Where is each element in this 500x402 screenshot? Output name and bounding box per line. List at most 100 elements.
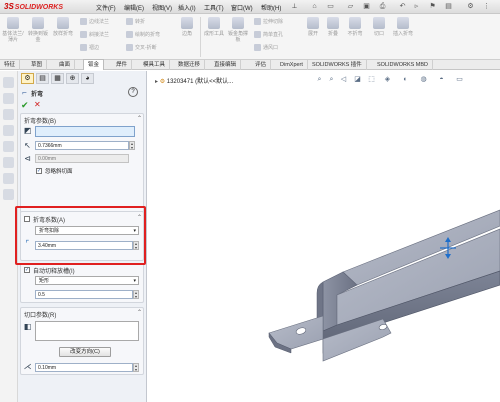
fold-button[interactable]: 折叠	[322, 15, 344, 59]
tab-solidworks-mbd[interactable]: SOLIDWORKS MBD	[373, 60, 434, 70]
relief-ratio-spinner[interactable]: ▴ ▾	[133, 290, 139, 299]
cancel-button[interactable]: ✕	[34, 100, 41, 109]
no-bends-button[interactable]: 不折弯	[344, 15, 366, 59]
fixed-face-selection[interactable]	[35, 126, 135, 137]
vent-icon	[254, 44, 261, 52]
menu-view[interactable]: 视图(V)	[152, 3, 172, 12]
menu-insert[interactable]: 插入(I)	[178, 3, 196, 12]
auto-relief-checkbox[interactable]: ✓	[24, 267, 30, 273]
jog-button[interactable]: 转折	[126, 17, 145, 27]
config-icon[interactable]	[3, 109, 14, 120]
pm-tab-property-icon[interactable]: ⚙	[21, 73, 34, 84]
options-icon[interactable]: ⚙	[466, 2, 475, 11]
bend-allowance-checkbox[interactable]	[24, 216, 30, 222]
print-icon[interactable]: ⎙	[378, 2, 387, 11]
tab-surfaces[interactable]: 曲面	[55, 60, 76, 70]
sheetmetal-gusset-button[interactable]: 钣金角撑板	[227, 15, 249, 59]
tab-sketch[interactable]: 草图	[27, 60, 48, 70]
menu-edit[interactable]: 编辑(E)	[124, 3, 144, 12]
relief-type-select[interactable]: 矩形 ▾	[35, 276, 139, 285]
change-direction-button[interactable]: 改变方向(C)	[59, 347, 111, 357]
rip-gap-spinner[interactable]: ▴ ▾	[133, 363, 139, 372]
menu-tools[interactable]: 工具(T)	[204, 3, 224, 12]
feature-tree-icon[interactable]	[3, 77, 14, 88]
bend-parameters-title[interactable]: 折弯参数(B)	[24, 116, 56, 125]
menu-window[interactable]: 窗口(W)	[231, 3, 253, 12]
hem-button[interactable]: 褶边	[80, 43, 99, 53]
property-icon[interactable]	[3, 93, 14, 104]
bend-radius-input[interactable]: 0.7366mm	[35, 141, 129, 150]
pm-tab-config-icon[interactable]: ▦	[51, 73, 64, 84]
home-icon[interactable]: ⌂	[310, 2, 319, 11]
display-icon[interactable]	[3, 141, 14, 152]
rip-gap-input[interactable]: 0.10mm	[35, 363, 133, 372]
unfold-button[interactable]: 展开	[302, 15, 324, 59]
solidworks-logo[interactable]: 3SSOLIDWORKS	[4, 2, 63, 12]
collapse-icon[interactable]: ⌃	[137, 214, 142, 221]
auto-relief-title[interactable]: 自动切释放槽(I)	[33, 266, 75, 275]
graphics-area[interactable]: ▸ ⚙ 13203471 (默认<<默认... ⌕ ⌕ ◁ ◪ ⬚ ◈ ◐ ◍ …	[147, 71, 500, 402]
pm-tab-appearance-icon[interactable]: ◕	[81, 73, 94, 84]
help-icon[interactable]: ?	[128, 87, 138, 97]
tab-solidworks-addins[interactable]: SOLIDWORKS 插件	[308, 60, 367, 70]
pm-tab-dimxpert-icon[interactable]: ⊕	[66, 73, 79, 84]
tab-data-migration[interactable]: 数据迁移	[174, 60, 206, 70]
tab-dimxpert[interactable]: DimXpert	[276, 60, 308, 70]
undo-icon[interactable]: ↶	[398, 2, 407, 11]
tab-direct-editing[interactable]: 直接编辑	[210, 60, 242, 70]
vent-button[interactable]: 通风口	[254, 43, 278, 53]
bend-allowance-value-input[interactable]: 3.40mm	[35, 241, 133, 250]
forming-tool-button[interactable]: 成形工具	[203, 15, 225, 59]
menu-help[interactable]: 帮助(H)	[261, 3, 281, 12]
tab-mold-tools[interactable]: 模具工具	[139, 60, 171, 70]
cross-break-button[interactable]: 交叉-折断	[126, 43, 157, 53]
open-icon[interactable]: ▱	[346, 2, 355, 11]
select-icon[interactable]: ▹	[412, 2, 421, 11]
tab-evaluate[interactable]: 评估	[251, 60, 272, 70]
extruded-cut-button[interactable]: 拉伸切除	[254, 17, 283, 27]
ignore-bevel-checkbox[interactable]: ✓	[36, 168, 42, 174]
tab-features[interactable]: 特征	[0, 60, 21, 70]
rip-gap-icon: ⋌	[23, 362, 32, 371]
collapse-icon[interactable]: ⌃	[137, 115, 142, 122]
command-tabs: 特征 草图 曲面 钣金 焊件 模具工具 数据迁移 直接编辑 评估 DimXper…	[0, 59, 500, 70]
corners-button[interactable]: 边角	[176, 15, 198, 59]
bend-radius-spinner[interactable]: ▴ ▾	[129, 141, 135, 150]
dimxpert-icon[interactable]	[3, 125, 14, 136]
cross-break-icon	[126, 44, 133, 52]
simple-hole-button[interactable]: 简单直孔	[254, 30, 283, 40]
annotations-icon[interactable]	[3, 189, 14, 200]
bend-allowance-title[interactable]: 折弯系数(A)	[33, 215, 65, 224]
menu-file[interactable]: 文件(F)	[96, 3, 116, 12]
new-document-icon[interactable]: ▭	[326, 2, 335, 11]
pin-icon[interactable]: ⟂	[290, 2, 299, 11]
sheetmetal-part-model[interactable]	[147, 71, 500, 402]
more-icon[interactable]: ⋮	[482, 2, 491, 11]
edge-flange-button[interactable]: 边线法兰	[80, 17, 109, 27]
rip-edges-list[interactable]	[35, 321, 139, 341]
history-icon[interactable]	[3, 157, 14, 168]
relief-ratio-input[interactable]: 0.5	[35, 290, 133, 299]
convert-to-sheetmetal-button[interactable]: 转换到钣金	[27, 15, 49, 59]
bend-allowance-type-select[interactable]: 折弯扣除 ▾	[35, 226, 139, 235]
sketched-bend-button[interactable]: 绘制的折弯	[126, 30, 160, 40]
miter-flange-button[interactable]: 斜接法兰	[80, 30, 109, 40]
bend-angle-input[interactable]: 0.00mm	[35, 154, 129, 163]
pm-tab-feature-tree-icon[interactable]: ▤	[36, 73, 49, 84]
lofted-bend-button[interactable]: 放样折弯	[52, 15, 74, 59]
save-icon[interactable]: ▣	[362, 2, 371, 11]
tab-weldments[interactable]: 焊件	[112, 60, 133, 70]
fixed-face-icon: ◩	[23, 126, 32, 135]
rip-button[interactable]: 切口	[368, 15, 390, 59]
rebuild-icon[interactable]: ⚑	[428, 2, 437, 11]
rip-parameters-title[interactable]: 切口参数(R)	[24, 310, 56, 319]
ok-button[interactable]: ✔	[21, 100, 29, 111]
collapse-icon[interactable]: ⌃	[137, 309, 142, 316]
file-properties-icon[interactable]: ▤	[444, 2, 453, 11]
bend-allowance-spinner[interactable]: ▴ ▾	[133, 241, 139, 250]
base-flange-button[interactable]: 基体法兰/薄片	[2, 15, 24, 59]
bend-radius-icon: ↖	[24, 141, 31, 150]
insert-bends-button[interactable]: 插入折弯	[392, 15, 414, 59]
sensors-icon[interactable]	[3, 173, 14, 184]
tab-sheetmetal[interactable]: 钣金	[83, 59, 105, 70]
